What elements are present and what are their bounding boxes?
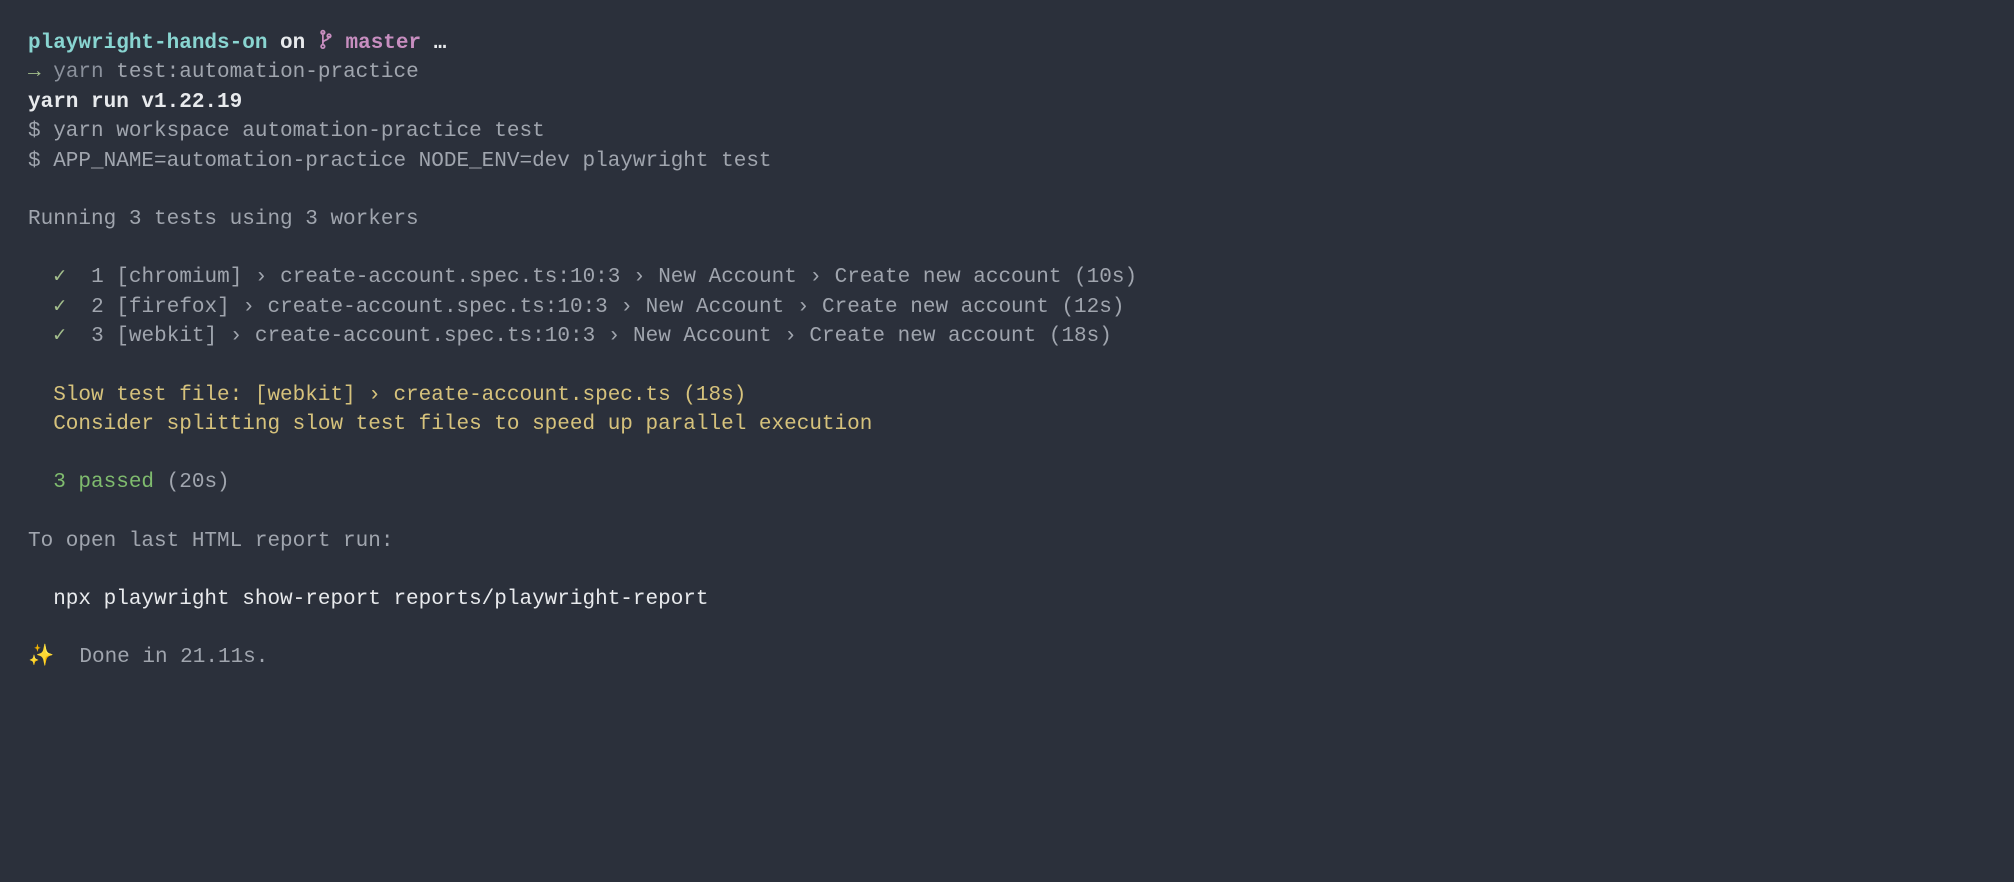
shell-prompt-line: playwright-hands-on on master … [28, 28, 1986, 58]
test-result-row: ✓ 3 [webkit] › create-account.spec.ts:10… [28, 322, 1986, 351]
checkmark-icon: ✓ [53, 266, 66, 289]
report-instructions: To open last HTML report run: [28, 527, 1986, 556]
yarn-run-header: yarn run v1.22.19 [28, 88, 1986, 117]
done-line: ✨ Done in 21.11s. [28, 643, 1986, 672]
test-body: [firefox] › create-account.spec.ts:10:3 … [104, 296, 1125, 319]
prompt-arrow: → [28, 61, 53, 84]
test-index: 1 [91, 266, 104, 289]
blank-line [28, 352, 1986, 381]
checkmark-icon: ✓ [53, 325, 66, 348]
command-args: test:automation-practice [104, 61, 419, 84]
blank-line [28, 498, 1986, 527]
done-text: Done in 21.11s. [54, 646, 268, 669]
test-index: 3 [91, 325, 104, 348]
checkmark-icon: ✓ [53, 296, 66, 319]
command-line[interactable]: → yarn test:automation-practice [28, 58, 1986, 87]
passed-count: 3 passed [28, 471, 154, 494]
prompt-ellipsis: … [421, 32, 446, 55]
report-command: npx playwright show-report reports/playw… [28, 585, 1986, 614]
blank-line [28, 234, 1986, 263]
test-result-row: ✓ 1 [chromium] › create-account.spec.ts:… [28, 263, 1986, 292]
sparkle-icon: ✨ [28, 646, 54, 669]
tests-passed-line: 3 passed (20s) [28, 468, 1986, 497]
command-tool: yarn [53, 61, 103, 84]
slow-test-hint: Consider splitting slow test files to sp… [28, 410, 1986, 439]
test-result-row: ✓ 2 [firefox] › create-account.spec.ts:1… [28, 293, 1986, 322]
running-tests-line: Running 3 tests using 3 workers [28, 205, 1986, 234]
git-branch-name: master [345, 32, 421, 55]
yarn-workspace-cmd: $ yarn workspace automation-practice tes… [28, 117, 1986, 146]
test-index: 2 [91, 296, 104, 319]
test-body: [webkit] › create-account.spec.ts:10:3 ›… [104, 325, 1112, 348]
prompt-on: on [267, 32, 317, 55]
git-branch-icon [318, 32, 346, 55]
blank-line [28, 614, 1986, 643]
blank-line [28, 176, 1986, 205]
playwright-env-cmd: $ APP_NAME=automation-practice NODE_ENV=… [28, 147, 1986, 176]
test-body: [chromium] › create-account.spec.ts:10:3… [104, 266, 1137, 289]
passed-duration: (20s) [154, 471, 230, 494]
slow-test-warning: Slow test file: [webkit] › create-accoun… [28, 381, 1986, 410]
prompt-directory: playwright-hands-on [28, 32, 267, 55]
blank-line [28, 556, 1986, 585]
blank-line [28, 439, 1986, 468]
